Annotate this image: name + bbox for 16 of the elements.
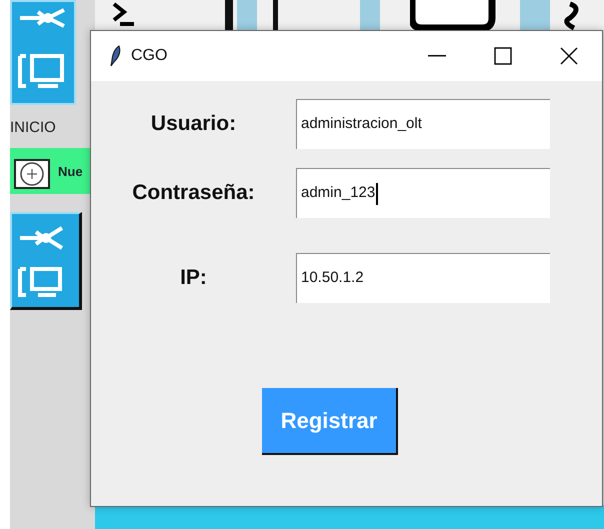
input-field[interactable]: administracion_olt <box>296 99 550 149</box>
side-label: INICIO <box>10 118 56 138</box>
maximize-icon <box>494 47 512 65</box>
input-field[interactable]: admin_123 <box>296 168 550 218</box>
network-icon <box>18 226 66 250</box>
field-label: Usuario: <box>150 111 238 138</box>
feather-icon <box>109 45 121 67</box>
new-button-label: Nue <box>58 163 83 181</box>
window-title: CGO <box>131 46 168 66</box>
close-icon <box>560 47 578 65</box>
add-icon <box>14 159 50 189</box>
network-icon <box>18 8 66 28</box>
input-field[interactable]: 10.50.1.2 <box>296 253 550 303</box>
field-label: IP: <box>179 265 208 292</box>
minimize-icon <box>428 55 446 57</box>
field-label: Contraseña: <box>131 180 256 206</box>
